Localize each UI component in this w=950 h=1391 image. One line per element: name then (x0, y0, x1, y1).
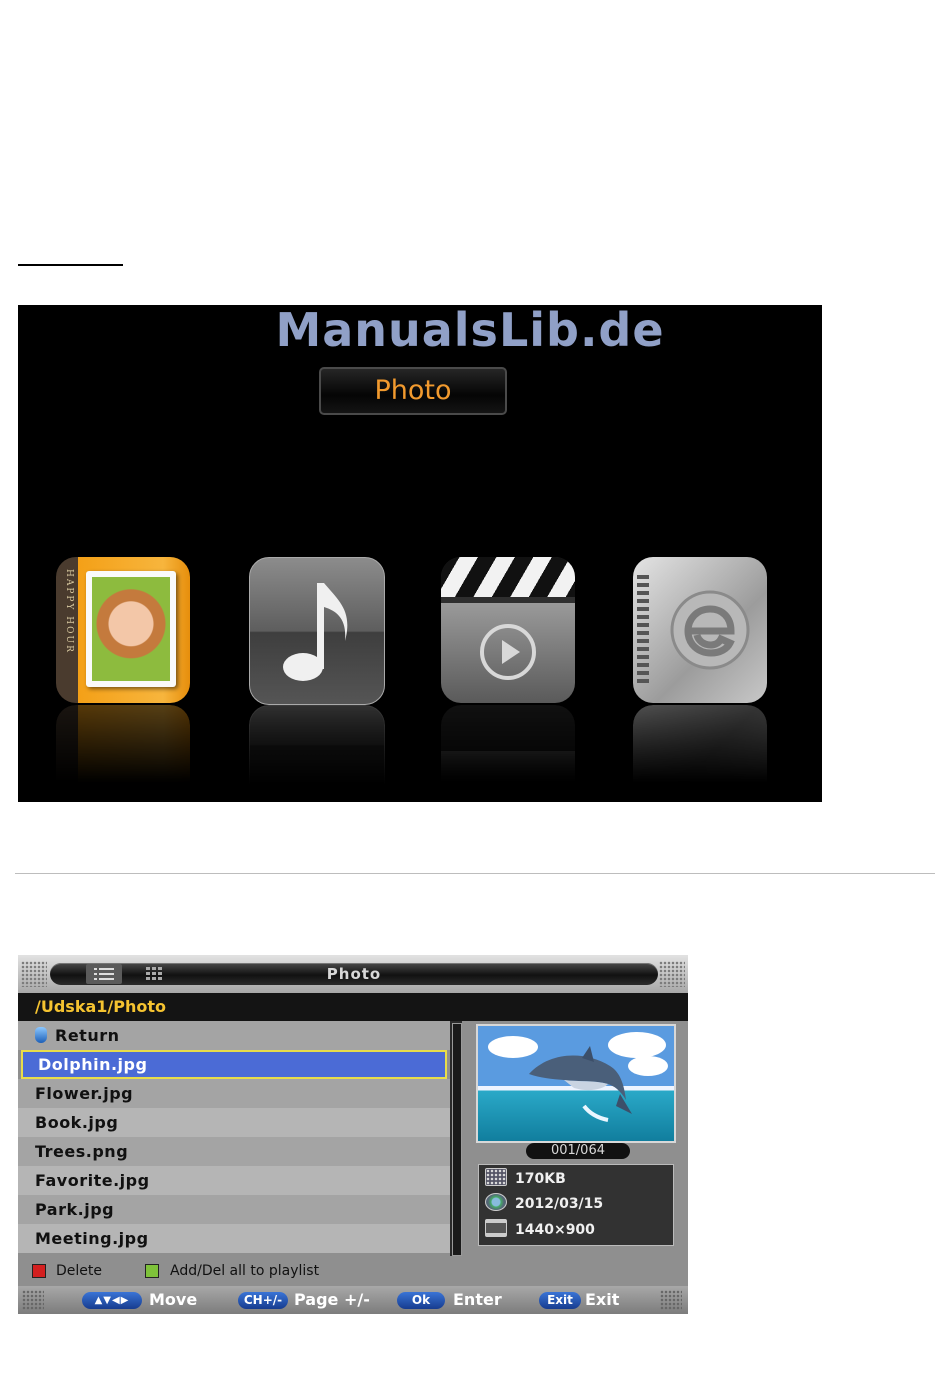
exit-label: Exit (585, 1290, 620, 1309)
delete-label: Delete (56, 1263, 102, 1279)
file-size-icon (485, 1168, 507, 1186)
file-label: Dolphin.jpg (38, 1055, 148, 1074)
play-glyph (441, 579, 575, 725)
child-photo (92, 577, 170, 681)
ok-key-badge: Ok (397, 1292, 445, 1309)
file-list: Return Dolphin.jpg Flower.jpg Book.jpg T… (18, 1021, 450, 1256)
current-path: /Udska1/Photo (18, 993, 688, 1021)
return-item[interactable]: Return (18, 1021, 450, 1050)
file-label: Flower.jpg (35, 1084, 134, 1103)
dolphin-graphic (529, 1046, 632, 1122)
file-item-favorite[interactable]: Favorite.jpg (18, 1166, 450, 1195)
ebook-reflection (633, 705, 767, 783)
file-counter: 001/064 (526, 1143, 630, 1159)
file-item-dolphin[interactable]: Dolphin.jpg (21, 1050, 447, 1079)
green-key-icon (145, 1264, 159, 1278)
header-grip-right (659, 961, 685, 987)
file-label: Park.jpg (35, 1200, 115, 1219)
music-reflection (249, 705, 385, 785)
file-item-park[interactable]: Park.jpg (18, 1195, 450, 1224)
file-list-scrollbar[interactable] (452, 1023, 462, 1256)
view-tab-bar: Photo (50, 963, 658, 985)
album-spine-text: HAPPY HOUR (64, 569, 74, 654)
date-globe-icon (485, 1193, 507, 1211)
photo-album-icon[interactable]: HAPPY HOUR (56, 557, 190, 703)
file-label: Favorite.jpg (35, 1171, 150, 1190)
return-icon (35, 1027, 47, 1043)
add-del-playlist-label: Add/Del all to playlist (170, 1263, 320, 1279)
clapperboard-reflection (441, 705, 575, 783)
file-item-trees[interactable]: Trees.png (18, 1137, 450, 1166)
file-date-row: 2012/03/15 (485, 1192, 603, 1216)
music-glyph (250, 558, 384, 704)
file-label: Trees.png (35, 1142, 129, 1161)
photo-album-reflection (56, 705, 190, 783)
clapperboard-icon[interactable] (441, 557, 575, 703)
section-divider (15, 873, 935, 874)
file-info-box: 170KB 2012/03/15 1440×900 (478, 1164, 674, 1246)
dolphin-preview-image (476, 1024, 676, 1143)
music-note-icon[interactable] (249, 557, 385, 705)
page-label: Page +/- (294, 1290, 370, 1309)
header-grip-left (21, 961, 47, 987)
media-menu-title: Photo (319, 367, 507, 415)
file-label: Book.jpg (35, 1113, 119, 1132)
ebook-e-glyph (643, 557, 777, 703)
file-item-book[interactable]: Book.jpg (18, 1108, 450, 1137)
media-menu-screen: Photo HAPPY HOUR (18, 305, 822, 802)
ch-key-badge: CH+/- (238, 1292, 288, 1309)
file-item-meeting[interactable]: Meeting.jpg (18, 1224, 450, 1253)
section-underline (18, 264, 123, 266)
file-size: 170KB (515, 1171, 566, 1187)
file-size-row: 170KB (485, 1167, 566, 1191)
cloud (628, 1056, 668, 1076)
browser-title: Photo (326, 965, 382, 983)
footer-grip-left (22, 1290, 44, 1310)
key-help-bar: ▲▼◀▶ Move CH+/- Page +/- Ok Enter Exit E… (18, 1286, 688, 1314)
red-key-icon (32, 1264, 46, 1278)
file-item-flower[interactable]: Flower.jpg (18, 1079, 450, 1108)
browser-header: Photo (18, 955, 688, 993)
watermark-text: ManualsLib.de (275, 303, 665, 357)
file-resolution-row: 1440×900 (485, 1218, 595, 1242)
enter-label: Enter (453, 1290, 502, 1309)
file-resolution: 1440×900 (515, 1222, 595, 1238)
photo-frame (86, 571, 176, 687)
resolution-icon (485, 1219, 507, 1237)
ebook-icon[interactable] (633, 557, 767, 703)
exit-key-badge: Exit (539, 1292, 581, 1309)
move-label: Move (149, 1290, 198, 1309)
preview-panel: 001/064 170KB 2012/03/15 1440×900 (462, 1021, 688, 1256)
color-key-legend: Delete Add/Del all to playlist (18, 1256, 688, 1286)
photo-browser-screen: Photo /Udska1/Photo Return Dolphin.jpg F… (18, 955, 688, 1314)
file-label: Meeting.jpg (35, 1229, 149, 1248)
footer-grip-right (660, 1290, 682, 1310)
file-label: Return (55, 1026, 120, 1045)
file-date: 2012/03/15 (515, 1196, 604, 1212)
arrow-keys-badge: ▲▼◀▶ (82, 1292, 142, 1309)
